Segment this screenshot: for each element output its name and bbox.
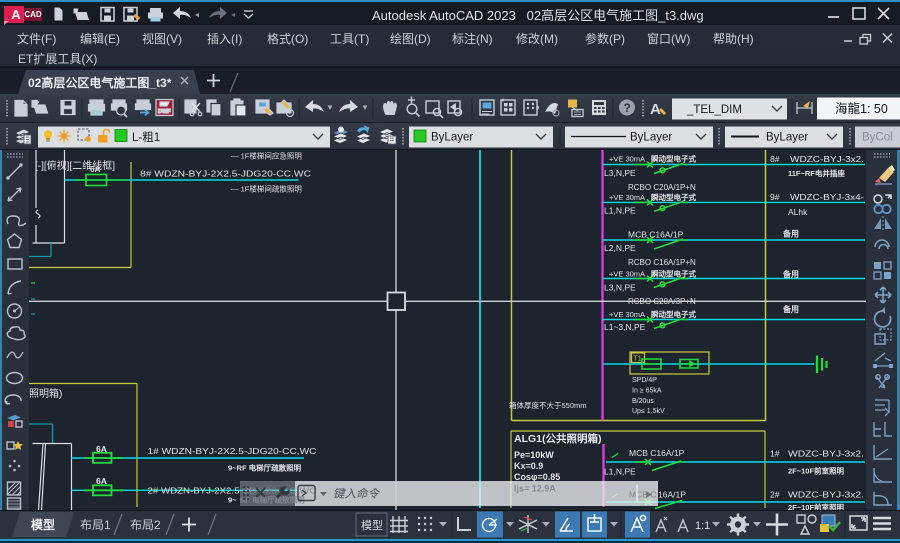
svg-text:9~: 9~ (228, 496, 237, 505)
svg-text:模型: 模型 (31, 517, 55, 532)
svg-text:1:1: 1:1 (695, 520, 710, 532)
svg-text:布局2: 布局2 (130, 518, 161, 532)
svg-text:模型: 模型 (361, 518, 383, 532)
svg-text:16A/1P: 16A/1P (658, 490, 686, 500)
svg-text:布局1: 布局1 (80, 518, 111, 532)
